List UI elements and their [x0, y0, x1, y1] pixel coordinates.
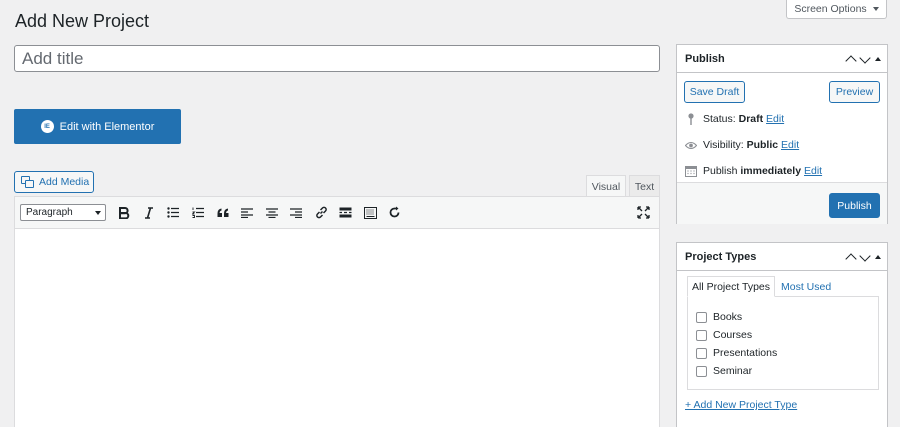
- publish-button[interactable]: Publish: [829, 193, 880, 218]
- list-item-label: Courses: [713, 329, 753, 341]
- publish-box: Publish Save Draft Preview Status: Draft…: [676, 44, 888, 224]
- list-item-label: Seminar: [713, 365, 753, 377]
- chevron-down-icon[interactable]: [859, 250, 871, 262]
- visibility-row: Visibility: Public Edit: [685, 139, 799, 151]
- chevron-up-icon[interactable]: [845, 55, 857, 67]
- editor-toolbar: Paragraph: [15, 197, 659, 229]
- project-types-list: Books Courses Presentations Seminar: [687, 296, 879, 390]
- toolbar-toggle-icon[interactable]: [358, 203, 383, 223]
- project-types-header: Project Types: [677, 243, 887, 271]
- chevron-up-icon[interactable]: [845, 253, 857, 265]
- visibility-value: Public: [746, 139, 779, 151]
- publish-box-header: Publish: [677, 45, 887, 73]
- align-right-icon[interactable]: [284, 203, 309, 223]
- schedule-value: immediately: [740, 165, 802, 177]
- elementor-icon: IE: [40, 120, 54, 133]
- media-icon: [21, 176, 35, 188]
- preview-button[interactable]: Preview: [829, 81, 880, 103]
- blockquote-icon[interactable]: [210, 203, 235, 223]
- calendar-icon: [685, 165, 697, 177]
- checkbox-seminar[interactable]: [696, 365, 707, 377]
- visibility-label: Visibility:: [703, 139, 744, 151]
- page-title: Add New Project: [15, 11, 150, 31]
- link-icon[interactable]: [309, 203, 334, 223]
- edit-status-link[interactable]: Edit: [766, 113, 784, 125]
- collapse-toggle-icon[interactable]: [875, 255, 881, 259]
- caret-down-icon: [872, 7, 879, 11]
- fullscreen-icon[interactable]: [637, 206, 651, 220]
- status-value: Draft: [738, 113, 764, 125]
- publish-actions: Publish: [677, 182, 887, 224]
- format-select[interactable]: Paragraph: [20, 204, 106, 221]
- collapse-toggle-icon[interactable]: [875, 57, 881, 61]
- chevron-down-icon: [95, 210, 101, 215]
- screen-options-button[interactable]: Screen Options: [786, 0, 887, 19]
- align-left-icon[interactable]: [235, 203, 260, 223]
- chevron-down-icon[interactable]: [859, 52, 871, 64]
- read-more-icon[interactable]: [333, 203, 358, 223]
- schedule-row: Publish immediately Edit: [685, 165, 822, 177]
- eye-icon: [685, 139, 697, 151]
- bulleted-list-icon[interactable]: [161, 203, 186, 223]
- status-label: Status:: [703, 113, 736, 125]
- italic-icon[interactable]: [137, 203, 162, 223]
- title-input[interactable]: [14, 45, 660, 72]
- tab-text[interactable]: Text: [629, 175, 660, 197]
- format-select-value: Paragraph: [26, 207, 73, 218]
- pin-icon: [685, 113, 697, 125]
- tab-visual[interactable]: Visual: [586, 175, 626, 197]
- edit-schedule-link[interactable]: Edit: [804, 165, 822, 177]
- tab-all-project-types[interactable]: All Project Types: [687, 276, 776, 297]
- elementor-button-label: Edit with Elementor: [59, 120, 155, 133]
- add-new-project-type-link[interactable]: + Add New Project Type: [685, 399, 797, 411]
- status-row: Status: Draft Edit: [685, 113, 784, 125]
- align-center-icon[interactable]: [260, 203, 285, 223]
- save-draft-button[interactable]: Save Draft: [684, 81, 745, 103]
- bold-icon[interactable]: [112, 203, 137, 223]
- schedule-label: Publish: [703, 165, 738, 177]
- list-item-label: Books: [713, 311, 743, 323]
- publish-box-title: Publish: [685, 52, 725, 65]
- checkbox-books[interactable]: [696, 311, 707, 323]
- project-types-title: Project Types: [685, 250, 757, 263]
- edit-with-elementor-button[interactable]: IE Edit with Elementor: [14, 109, 181, 144]
- list-item[interactable]: Presentations: [696, 347, 777, 359]
- add-media-label: Add Media: [39, 176, 90, 188]
- list-item[interactable]: Seminar: [696, 365, 752, 377]
- list-item[interactable]: Books: [696, 311, 742, 323]
- add-media-button[interactable]: Add Media: [14, 171, 94, 193]
- numbered-list-icon[interactable]: [186, 203, 211, 223]
- checkbox-presentations[interactable]: [696, 347, 707, 359]
- refresh-icon[interactable]: [383, 203, 408, 223]
- list-item[interactable]: Courses: [696, 329, 752, 341]
- checkbox-courses[interactable]: [696, 329, 707, 341]
- content-editor[interactable]: Paragraph: [14, 196, 660, 427]
- list-item-label: Presentations: [713, 347, 778, 359]
- tab-most-used[interactable]: Most Used: [775, 276, 835, 297]
- project-types-box: Project Types All Project Types Most Use…: [676, 242, 888, 427]
- screen-options-label: Screen Options: [794, 3, 867, 15]
- edit-visibility-link[interactable]: Edit: [781, 139, 799, 151]
